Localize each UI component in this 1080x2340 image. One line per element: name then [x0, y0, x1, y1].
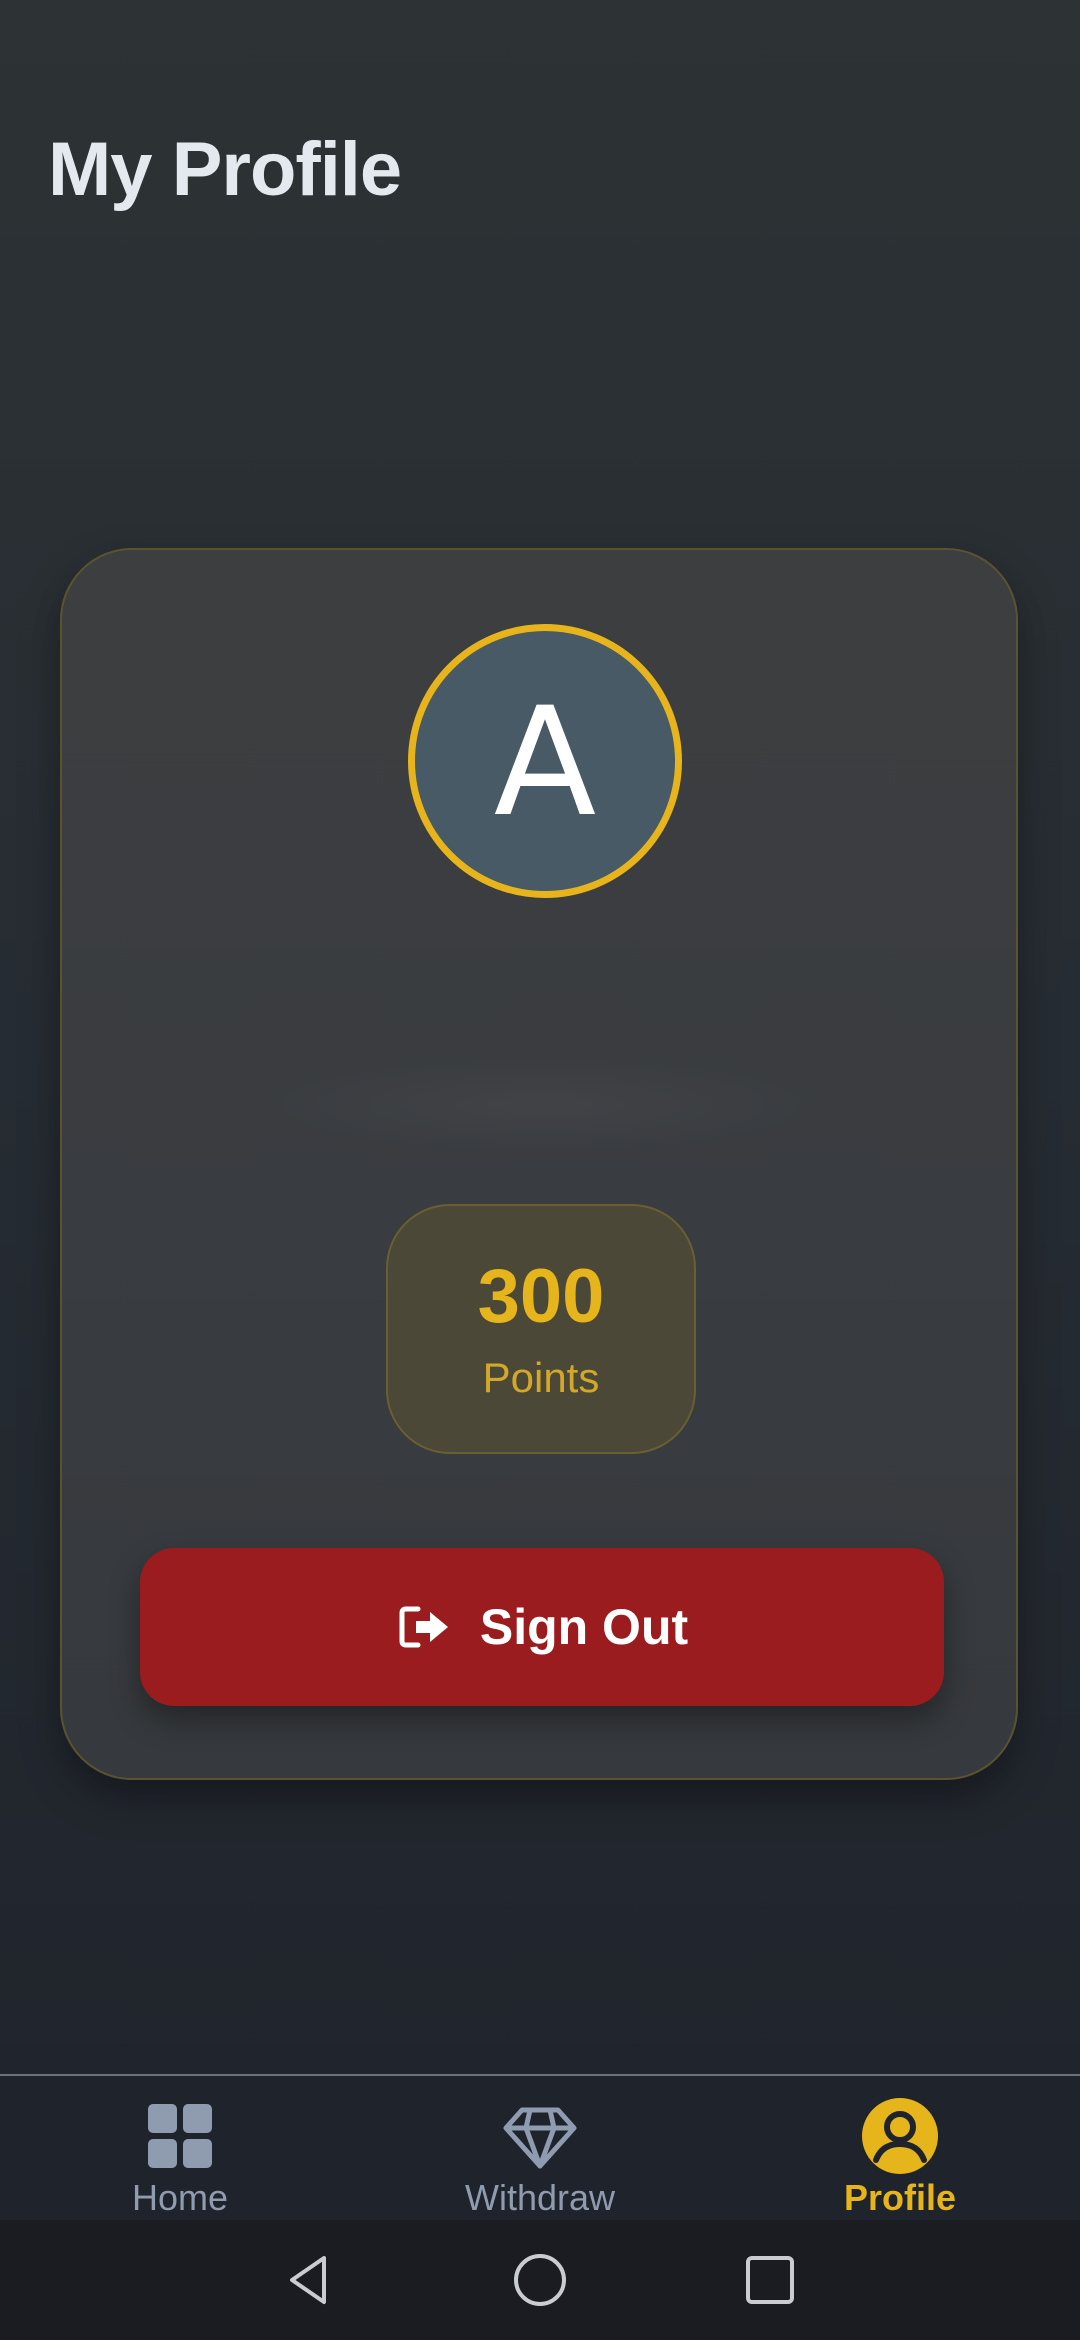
name-placeholder	[222, 1050, 862, 1160]
nav-item-profile[interactable]: Profile	[750, 2076, 1050, 2222]
diamond-icon	[503, 2107, 577, 2169]
nav-label-profile: Profile	[843, 2177, 957, 2218]
home-circle-icon[interactable]	[508, 2248, 572, 2312]
profile-card: A 300 Points Sign Out	[60, 548, 1018, 1780]
sign-out-button[interactable]: Sign Out	[140, 1548, 944, 1706]
bottom-navigation: Home Withdraw Profile	[0, 2074, 1080, 2220]
points-label: Points	[482, 1354, 600, 1401]
user-circle-icon	[862, 2098, 938, 2174]
recents-icon[interactable]	[738, 2248, 802, 2312]
grid-icon	[148, 2104, 212, 2168]
points-badge: 300 Points	[386, 1204, 696, 1454]
avatar: A	[408, 624, 682, 898]
avatar-initial: A	[493, 676, 597, 850]
page-title: My Profile	[48, 127, 402, 212]
sign-out-label: Sign Out	[479, 1599, 689, 1655]
nav-label-home: Home	[131, 2177, 229, 2218]
nav-item-home[interactable]: Home	[30, 2076, 330, 2222]
back-icon[interactable]	[278, 2248, 342, 2312]
system-navigation-bar	[0, 2220, 1080, 2340]
points-value: 300	[477, 1254, 605, 1339]
nav-item-withdraw[interactable]: Withdraw	[390, 2076, 690, 2222]
nav-label-withdraw: Withdraw	[464, 2177, 616, 2218]
sign-out-icon	[399, 1606, 448, 1648]
